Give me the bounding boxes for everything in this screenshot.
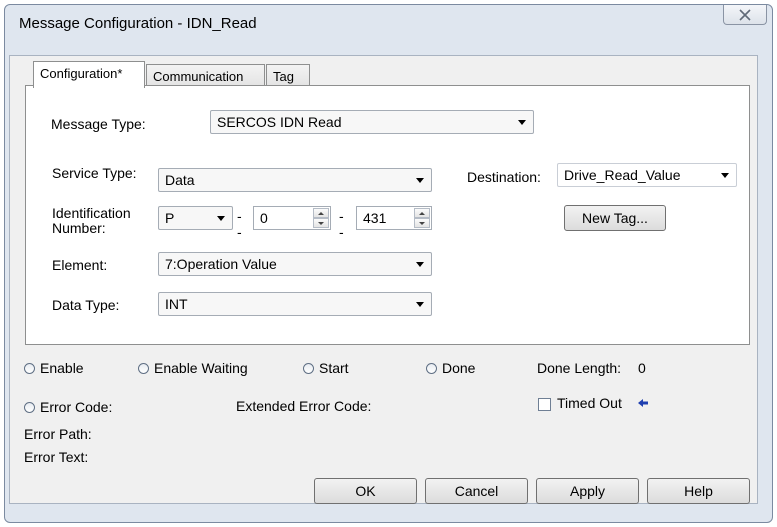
data-type-label: Data Type: [52,297,120,313]
id-set-value: 0 [260,210,268,226]
timed-out-label: Timed Out [557,395,622,411]
arrow-left-icon [638,399,648,407]
message-type-value: SERCOS IDN Read [217,114,342,130]
service-type-label: Service Type: [52,165,137,181]
help-button[interactable]: Help [647,478,750,504]
enable-waiting-indicator: Enable Waiting [138,360,278,378]
cancel-label: Cancel [454,483,499,499]
error-code-indicator: Error Code: [24,399,154,417]
chevron-down-icon [416,178,424,183]
spin-down-button[interactable] [313,218,329,228]
tab-configuration[interactable]: Configuration* [33,61,145,88]
apply-label: Apply [569,483,606,499]
error-code-label: Error Code: [40,399,113,415]
start-label: Start [319,360,349,376]
start-radio [303,363,314,374]
new-tag-label: New Tag... [582,210,648,226]
destination-label: Destination: [467,169,541,185]
service-type-value: Data [165,172,195,188]
identification-number-label: Identification Number: [52,205,131,236]
service-type-dropdown[interactable]: Data [158,168,432,192]
ok-label: OK [355,483,376,499]
cancel-button[interactable]: Cancel [425,478,528,504]
destination-combo[interactable]: Drive_Read_Value [557,163,737,187]
arrow-down-icon [318,222,324,225]
arrow-down-icon [419,222,425,225]
apply-button[interactable]: Apply [536,478,639,504]
ok-button[interactable]: OK [314,478,417,504]
data-type-value: INT [165,296,188,312]
done-length-label: Done Length: [537,360,622,376]
error-text-label: Error Text: [24,449,89,465]
element-label: Element: [52,257,108,273]
destination-value: Drive_Read_Value [564,167,681,183]
enable-radio [24,363,35,374]
chevron-down-icon [217,216,225,221]
id-separator-2: -- [339,208,344,240]
done-indicator: Done [426,360,506,378]
spin-up-button[interactable] [414,208,430,218]
arrow-up-icon [318,212,324,215]
spin-down-button[interactable] [414,218,430,228]
done-length-value: 0 [638,360,646,376]
close-icon [739,9,751,21]
element-dropdown[interactable]: 7:Operation Value [158,252,432,276]
tab-communication-label: Communication [153,69,244,84]
timed-out-checkbox[interactable] [538,398,551,411]
chevron-down-icon [518,120,526,125]
done-radio [426,363,437,374]
id-prefix-dropdown[interactable]: P [158,206,233,230]
extended-error-code-label: Extended Error Code: [236,398,372,414]
id-number-spinner[interactable]: 431 [356,206,432,230]
tab-tag-label: Tag [273,69,294,84]
error-code-radio [24,402,35,413]
enable-label: Enable [40,360,84,376]
chevron-down-icon [416,262,424,267]
id-set-spinner[interactable]: 0 [253,206,331,230]
done-label: Done [442,360,476,376]
chevron-down-icon [416,302,424,307]
title-bar: Message Configuration - IDN_Read [5,5,772,41]
message-type-label: Message Type: [51,116,146,132]
window-title: Message Configuration - IDN_Read [19,15,257,32]
enable-waiting-radio [138,363,149,374]
close-button[interactable] [723,5,767,25]
message-type-dropdown[interactable]: SERCOS IDN Read [210,110,534,134]
enable-indicator: Enable [24,360,134,378]
start-indicator: Start [303,360,383,378]
id-prefix-value: P [165,210,175,226]
help-label: Help [684,483,713,499]
new-tag-button[interactable]: New Tag... [564,205,666,231]
tab-configuration-label: Configuration* [40,66,123,81]
chevron-down-icon [721,173,729,178]
id-separator-1: -- [237,208,242,240]
element-value: 7:Operation Value [165,256,277,272]
spin-up-button[interactable] [313,208,329,218]
data-type-dropdown[interactable]: INT [158,292,432,316]
arrow-up-icon [419,212,425,215]
error-path-label: Error Path: [24,426,92,442]
enable-waiting-label: Enable Waiting [154,360,248,376]
id-number-value: 431 [363,210,387,226]
